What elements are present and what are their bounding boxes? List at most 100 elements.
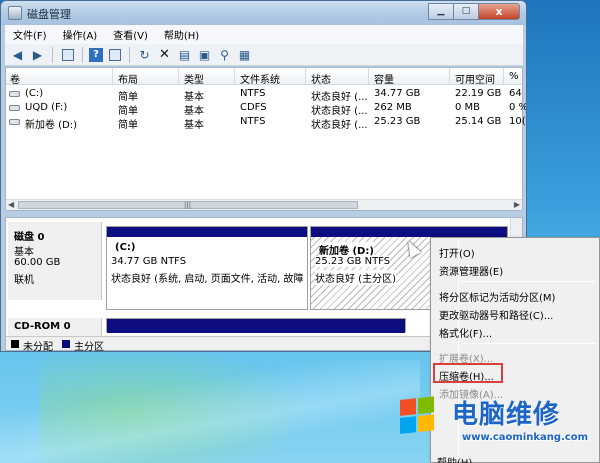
- properties-icon[interactable]: [106, 46, 123, 63]
- partition-name: (C:): [115, 242, 136, 253]
- volume-name: (C:): [25, 88, 44, 99]
- drive-icon: [9, 91, 20, 97]
- menu-view[interactable]: 查看(V): [105, 27, 156, 42]
- maximize-button[interactable]: □: [453, 3, 478, 20]
- menu-item-format[interactable]: 格式化(F)...: [439, 325, 492, 340]
- console-tree-icon[interactable]: [59, 46, 76, 63]
- partition-detail: 25.23 GB NTFS: [315, 256, 391, 267]
- menu-item-help[interactable]: 帮助(H): [437, 454, 472, 463]
- volume-capacity: 34.77 GB: [374, 88, 421, 99]
- legend-unallocated-label: 未分配: [23, 342, 53, 352]
- menu-item-mark-active[interactable]: 将分区标记为活动分区(M): [439, 289, 555, 304]
- volume-type: 基本: [184, 120, 204, 131]
- desktop-light-streak: [0, 360, 420, 463]
- table-row[interactable]: 新加卷 (D:) 简单 基本 NTFS 状态良好 (... 25.23 GB 2…: [6, 115, 526, 131]
- watermark: 电脑维修 www.caominkang.com: [396, 392, 600, 454]
- window-controls: ▁ □ x: [428, 3, 520, 20]
- primary-partition-bar: [107, 319, 405, 333]
- close-button[interactable]: x: [478, 3, 520, 20]
- menu-item-open[interactable]: 打开(O): [439, 245, 475, 260]
- volume-filesystem: NTFS: [240, 88, 266, 99]
- watermark-brand: 电脑维修: [452, 400, 561, 430]
- volume-capacity: 262 MB: [374, 102, 412, 113]
- properties-page-icon[interactable]: ▦: [236, 46, 253, 63]
- disk-management-icon: [8, 6, 22, 20]
- toolbar-separator: [129, 46, 130, 63]
- volume-status: 状态良好 (...: [311, 120, 368, 131]
- horizontal-scrollbar[interactable]: ◀ ||| ▶: [6, 199, 522, 210]
- volume-filesystem: CDFS: [240, 102, 267, 113]
- table-row[interactable]: (C:) 简单 基本 NTFS 状态良好 (... 34.77 GB 22.19…: [6, 87, 522, 103]
- volume-name: 新加卷 (D:): [25, 120, 78, 131]
- minimize-button[interactable]: ▁: [428, 3, 453, 20]
- partition-detail: 34.77 GB NTFS: [111, 256, 187, 267]
- menu-separator: [461, 281, 595, 282]
- cdrom-0-label[interactable]: CD-ROM 0: [8, 318, 102, 336]
- help-icon[interactable]: ?: [89, 47, 103, 62]
- table-row[interactable]: UQD (F:) 简单 基本 CDFS 状态良好 (... 262 MB 0 M…: [6, 101, 526, 117]
- refresh-icon[interactable]: ↻: [136, 46, 153, 63]
- partition-name: 新加卷 (D:): [319, 242, 374, 257]
- partition-status: 状态良好 (系统, 启动, 页面文件, 活动, 故障: [111, 274, 304, 285]
- volume-layout: 简单: [118, 120, 138, 131]
- partition-c[interactable]: (C:) 34.77 GB NTFS 状态良好 (系统, 启动, 页面文件, 活…: [106, 226, 308, 310]
- disk-0-label[interactable]: 磁盘 0 基本 60.00 GB 联机: [8, 222, 102, 300]
- disk-status: 联机: [14, 275, 34, 286]
- volume-capacity: 25.23 GB: [374, 116, 421, 127]
- column-header-capacity[interactable]: 容量: [374, 71, 394, 86]
- volume-name: UQD (F:): [25, 102, 68, 113]
- volume-percent: 10(: [509, 116, 526, 127]
- volume-list-header: 卷 布局 类型 文件系统 状态 容量 可用空间 %: [6, 68, 522, 86]
- column-header-layout[interactable]: 布局: [118, 71, 138, 86]
- cdrom-partition[interactable]: [106, 318, 406, 333]
- menu-file[interactable]: 文件(F): [5, 27, 55, 42]
- open-folder-icon[interactable]: ▤: [176, 46, 193, 63]
- disk-size: 60.00 GB: [14, 257, 61, 268]
- menu-separator: [461, 343, 595, 344]
- menu-action[interactable]: 操作(A): [55, 27, 106, 42]
- column-header-filesystem[interactable]: 文件系统: [240, 71, 280, 86]
- volume-percent: 0 %: [509, 102, 527, 113]
- cdrom-name: CD-ROM 0: [14, 321, 71, 332]
- watermark-url: www.caominkang.com: [462, 432, 589, 443]
- highlight-box: [433, 363, 503, 383]
- toolbar-separator: [82, 46, 83, 63]
- legend-primary-swatch: [62, 340, 70, 348]
- title-bar[interactable]: 磁盘管理 ▁ □ x: [1, 1, 526, 25]
- volume-filesystem: NTFS: [240, 116, 266, 127]
- primary-partition-bar: [311, 227, 507, 237]
- search-icon[interactable]: ⚲: [216, 46, 233, 63]
- windows-logo-icon: [400, 396, 436, 436]
- column-header-percent[interactable]: %: [509, 71, 519, 82]
- toolbar: ◀ ▶ ? ↻ ✕ ▤ ▣ ⚲ ▦: [5, 44, 523, 66]
- scroll-right-arrow-icon[interactable]: ▶: [514, 200, 520, 209]
- menu-item-explorer[interactable]: 资源管理器(E): [439, 263, 503, 278]
- cd-drive-icon: [9, 105, 20, 111]
- volume-free-space: 0 MB: [455, 102, 481, 113]
- volume-percent: 64: [509, 88, 522, 99]
- volume-free-space: 22.19 GB: [455, 88, 502, 99]
- scroll-left-arrow-icon[interactable]: ◀: [8, 200, 14, 209]
- window-title: 磁盘管理: [27, 8, 71, 21]
- forward-arrow-icon[interactable]: ▶: [29, 46, 46, 63]
- menu-bar: 文件(F) 操作(A) 查看(V) 帮助(H): [5, 25, 523, 44]
- menu-item-change-drive-letter[interactable]: 更改驱动器号和路径(C)...: [439, 307, 553, 322]
- toolbar-separator: [52, 46, 53, 63]
- partition-status: 状态良好 (主分区): [315, 270, 396, 285]
- disk-type: 基本: [14, 247, 34, 258]
- disk-name: 磁盘 0: [14, 232, 45, 243]
- back-arrow-icon[interactable]: ◀: [9, 46, 26, 63]
- column-header-volume[interactable]: 卷: [10, 71, 20, 86]
- volume-free-space: 25.14 GB: [455, 116, 502, 127]
- drive-icon: [9, 119, 20, 125]
- delete-icon[interactable]: ✕: [156, 46, 173, 63]
- column-header-type[interactable]: 类型: [184, 71, 204, 86]
- scroll-grip: |||: [184, 201, 192, 209]
- explore-icon[interactable]: ▣: [196, 46, 213, 63]
- primary-partition-bar: [107, 227, 307, 237]
- column-header-status[interactable]: 状态: [311, 71, 331, 86]
- legend-primary-label: 主分区: [74, 342, 104, 352]
- volume-list: 卷 布局 类型 文件系统 状态 容量 可用空间 % (C:) 简单 基本 NTF…: [5, 67, 526, 211]
- menu-help[interactable]: 帮助(H): [156, 27, 207, 42]
- column-header-free-space[interactable]: 可用空间: [455, 71, 495, 86]
